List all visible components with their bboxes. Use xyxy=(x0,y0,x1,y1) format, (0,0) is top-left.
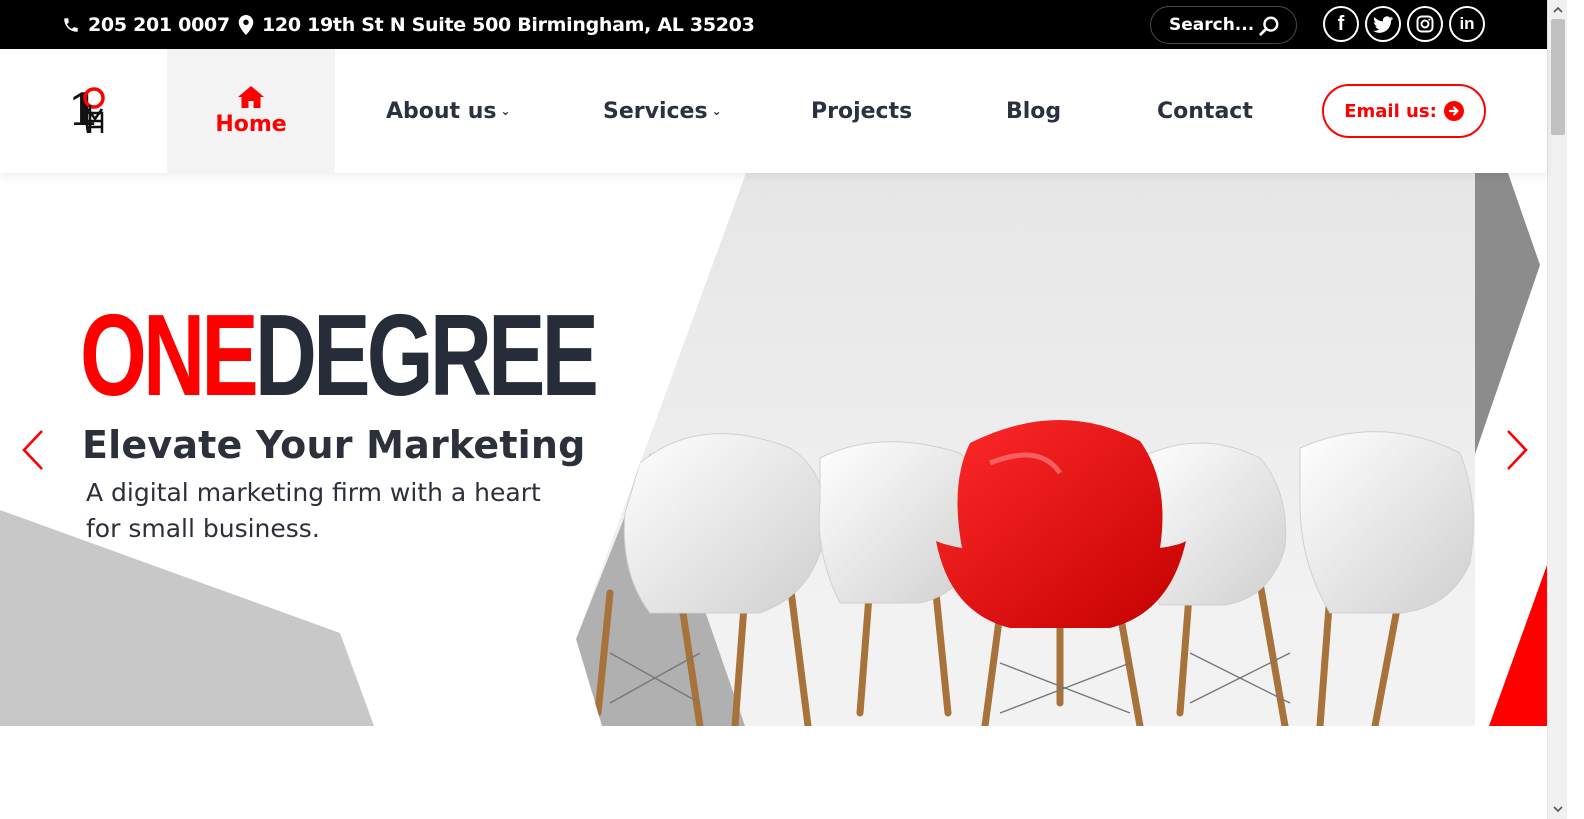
email-button-label: Email us: xyxy=(1344,100,1437,122)
nav-item-home[interactable]: Home xyxy=(167,49,335,173)
brand-part-one: ONE xyxy=(80,290,259,420)
hero-subtext: A digital marketing firm with a heart fo… xyxy=(86,478,541,543)
main-navigation: 1 Home About us ⌄ Services ⌄ Projects Bl… xyxy=(0,49,1547,173)
chevron-down-icon: ⌄ xyxy=(711,104,722,118)
nav-item-label: Contact xyxy=(1157,98,1253,124)
search-placeholder: Search... xyxy=(1169,15,1255,35)
nav-item-about-us[interactable]: About us ⌄ xyxy=(386,49,511,173)
onedegree-logo[interactable]: 1 xyxy=(66,85,106,137)
facebook-icon[interactable]: f xyxy=(1323,6,1359,42)
nav-item-label: About us xyxy=(386,98,497,124)
phone-link[interactable]: 205 201 0007 xyxy=(62,0,230,49)
search-icon[interactable] xyxy=(1258,15,1280,37)
twitter-icon[interactable] xyxy=(1365,6,1401,42)
nav-item-services[interactable]: Services ⌄ xyxy=(603,49,722,173)
top-bar: 205 201 0007 120 19th St N Suite 500 Bir… xyxy=(0,0,1567,49)
nav-item-label: Home xyxy=(215,111,287,137)
nav-item-label: Projects xyxy=(811,98,913,124)
nav-item-projects[interactable]: Projects xyxy=(811,49,912,173)
phone-icon xyxy=(64,17,78,32)
brand-part-degree: DEGREE xyxy=(254,290,599,420)
page-scrollbar[interactable] xyxy=(1547,0,1567,819)
nav-item-label: Services xyxy=(603,98,708,124)
map-pin-icon xyxy=(238,14,254,35)
hero-headline: Elevate Your Marketing xyxy=(82,423,586,467)
scroll-up-arrow-icon[interactable] xyxy=(1553,6,1563,14)
hero-photo-chairs xyxy=(576,173,1475,726)
chevron-down-icon: ⌄ xyxy=(500,104,511,118)
red-accent-shape xyxy=(1489,565,1547,726)
svg-text:1: 1 xyxy=(68,87,99,136)
nav-item-label: Blog xyxy=(1006,98,1062,124)
address-text: 120 19th St N Suite 500 Birmingham, AL 3… xyxy=(262,13,755,36)
hero-slider: ONEDEGREE Elevate Your Marketing A digit… xyxy=(0,173,1547,726)
slider-next-arrow-icon[interactable] xyxy=(1502,427,1532,473)
instagram-icon[interactable] xyxy=(1407,6,1443,42)
scroll-down-arrow-icon[interactable] xyxy=(1553,805,1563,813)
slider-prev-arrow-icon[interactable] xyxy=(18,427,48,473)
scrollbar-thumb[interactable] xyxy=(1551,19,1565,135)
home-icon xyxy=(238,85,264,108)
linkedin-icon[interactable]: in xyxy=(1449,6,1485,42)
search-input[interactable]: Search... xyxy=(1150,6,1297,44)
brand-wordmark: ONEDEGREE xyxy=(80,297,599,413)
phone-number: 205 201 0007 xyxy=(88,13,230,36)
nav-item-blog[interactable]: Blog xyxy=(1006,49,1061,173)
address-link[interactable]: 120 19th St N Suite 500 Birmingham, AL 3… xyxy=(238,0,755,49)
email-us-button[interactable]: Email us: xyxy=(1322,84,1486,138)
nav-item-contact[interactable]: Contact xyxy=(1157,49,1253,173)
arrow-circle-right-icon xyxy=(1443,101,1464,121)
